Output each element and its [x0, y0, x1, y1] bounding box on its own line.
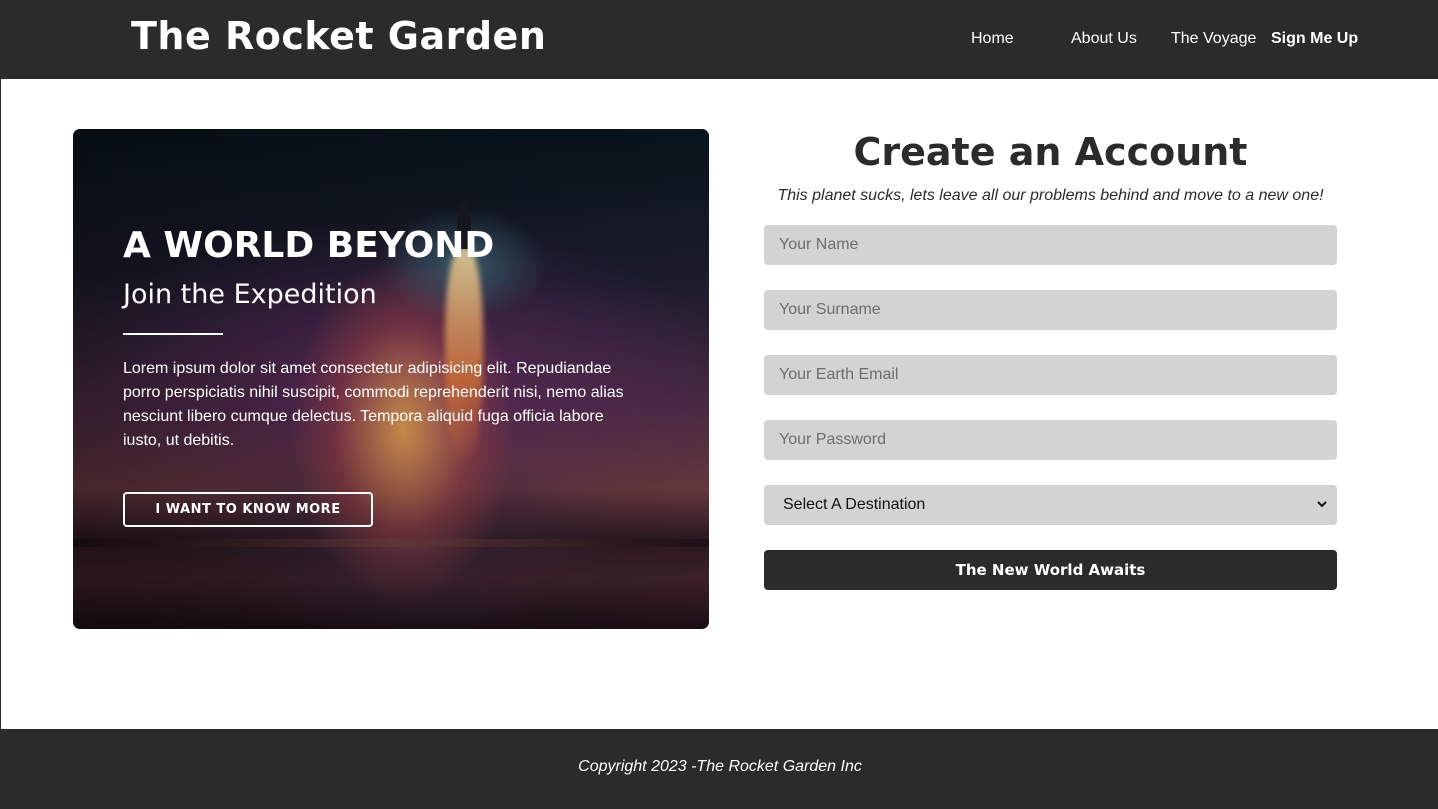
nav-the-voyage[interactable]: The Voyage: [1171, 30, 1256, 48]
nav-about-us[interactable]: About Us: [1071, 30, 1137, 48]
top-navbar: The Rocket Garden Home About Us The Voya…: [1, 0, 1438, 79]
hero-subtitle: Join the Expedition: [123, 279, 377, 310]
footer-copyright: Copyright 2023 -The Rocket Garden Inc: [578, 758, 862, 775]
hero-card: A WORLD BEYOND Join the Expedition Lorem…: [73, 129, 709, 629]
hero-title: A WORLD BEYOND: [123, 225, 495, 266]
nav-sign-me-up[interactable]: Sign Me Up: [1271, 30, 1358, 48]
surname-input[interactable]: [764, 290, 1337, 330]
form-subtitle: This planet sucks, lets leave all our pr…: [777, 187, 1324, 204]
main-nav: Home About Us The Voyage Sign Me Up: [1, 30, 1438, 52]
destination-select[interactable]: Select A Destination: [764, 485, 1337, 525]
chevron-down-icon: [1317, 501, 1327, 508]
know-more-button[interactable]: I WANT TO KNOW MORE: [123, 492, 373, 527]
submit-button[interactable]: The New World Awaits: [764, 550, 1337, 590]
hero-divider: [123, 333, 223, 335]
name-input[interactable]: [764, 225, 1337, 265]
password-input[interactable]: [764, 420, 1337, 460]
destination-selected-value: Select A Destination: [783, 496, 926, 513]
hero-body-text: Lorem ipsum dolor sit amet consectetur a…: [123, 360, 624, 449]
form-title: Create an Account: [853, 130, 1248, 174]
nav-home[interactable]: Home: [971, 30, 1014, 48]
footer: Copyright 2023 -The Rocket Garden Inc: [1, 729, 1438, 809]
email-input[interactable]: [764, 355, 1337, 395]
